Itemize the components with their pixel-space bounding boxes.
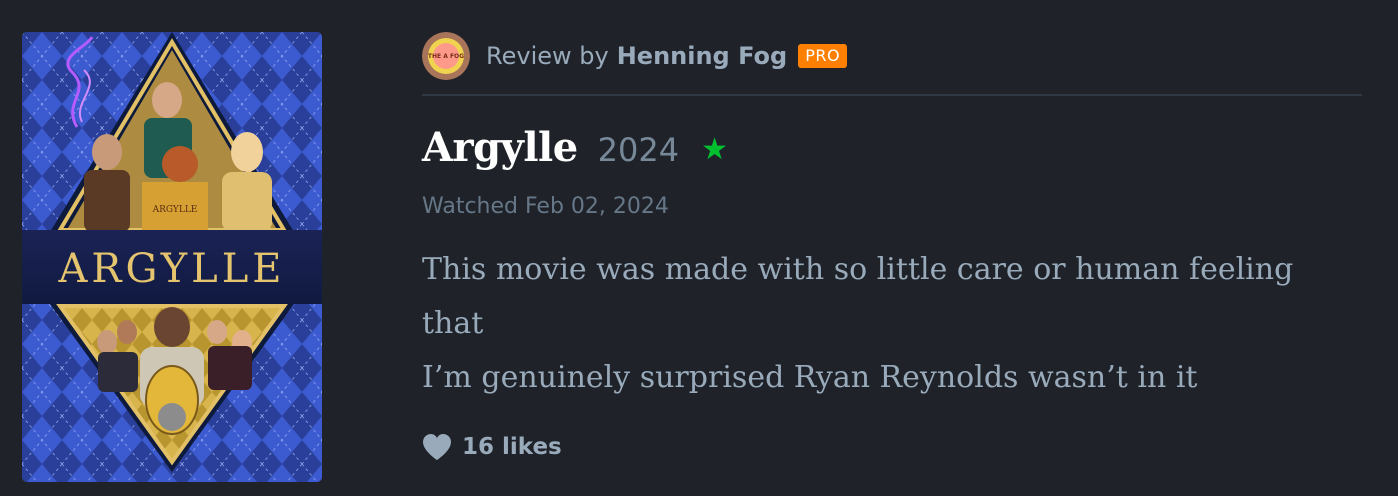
review-line: I’m genuinely surprised Ryan Reynolds wa… <box>422 360 1198 395</box>
pro-badge: PRO <box>798 44 848 68</box>
avatar[interactable]: THE A FOG <box>422 32 470 80</box>
poster-image: ARGYLLE ARGYLLE <box>22 32 322 482</box>
film-poster[interactable]: ARGYLLE ARGYLLE <box>22 32 322 482</box>
review-panel: THE A FOG Review by Henning Fog PRO Argy… <box>422 32 1362 461</box>
review-byline: THE A FOG Review by Henning Fog PRO <box>422 32 1362 80</box>
film-heading: Argylle 2024 ★ <box>422 124 1362 176</box>
star-icon: ★ <box>701 132 729 167</box>
author-name-link[interactable]: Henning Fog <box>617 42 787 70</box>
likes-count: 16 likes <box>462 434 562 460</box>
poster-title-text: ARGYLLE <box>58 246 286 292</box>
byline-prefix: Review by <box>486 42 609 70</box>
divider <box>422 94 1362 96</box>
poster-book-text: ARGYLLE <box>152 205 198 215</box>
review-line: This movie was made with so little care … <box>422 252 1294 341</box>
watched-date: Watched Feb 02, 2024 <box>422 194 669 219</box>
film-year-link[interactable]: 2024 <box>598 131 679 169</box>
review-body: This movie was made with so little care … <box>422 243 1362 405</box>
heart-icon <box>423 434 451 460</box>
avatar-text: THE A FOG <box>428 53 464 60</box>
film-title-link[interactable]: Argylle <box>422 124 578 171</box>
likes-link[interactable]: 16 likes <box>422 433 1362 461</box>
